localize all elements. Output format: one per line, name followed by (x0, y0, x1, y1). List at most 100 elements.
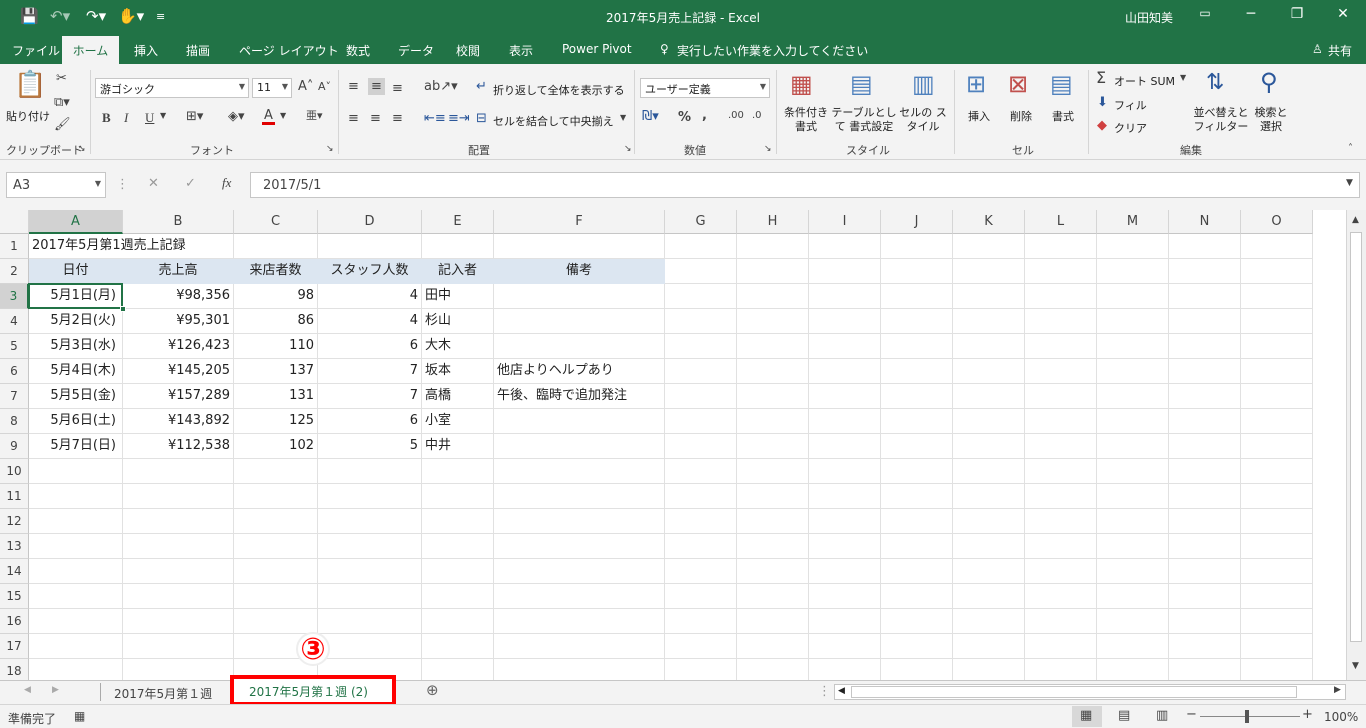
zoom-in-icon[interactable]: + (1302, 708, 1313, 721)
cell[interactable] (881, 234, 953, 259)
cell[interactable] (953, 609, 1025, 634)
cell[interactable] (737, 509, 809, 534)
align-middle-icon[interactable]: ≡ (368, 78, 385, 95)
cell[interactable] (494, 609, 665, 634)
format-as-table-icon[interactable]: ▤ (850, 72, 873, 96)
enter-icon[interactable]: ✓ (185, 177, 196, 190)
cut-icon[interactable]: ✂ (56, 72, 67, 85)
cell[interactable] (953, 634, 1025, 659)
table-cell[interactable]: 7 (318, 359, 422, 384)
table-cell[interactable]: 田中 (422, 284, 494, 309)
cell[interactable] (494, 634, 665, 659)
cell[interactable] (494, 509, 665, 534)
cell[interactable] (1097, 484, 1169, 509)
tab-review[interactable]: 校閲 (456, 42, 480, 59)
name-box[interactable]: A3 ▼ (6, 172, 106, 198)
cell[interactable] (1025, 559, 1097, 584)
accounting-format-icon[interactable]: ₪▾ (642, 110, 659, 123)
table-cell[interactable]: 86 (234, 309, 318, 334)
cell[interactable] (881, 434, 953, 459)
copy-icon[interactable]: ⧉▾ (54, 96, 70, 109)
sheet-tab-2[interactable]: 2017年5月第１週 (2) (249, 683, 368, 700)
cell[interactable] (737, 309, 809, 334)
cell[interactable] (234, 534, 318, 559)
cell[interactable] (123, 609, 234, 634)
row-header[interactable]: 7 (0, 384, 29, 409)
cell[interactable] (494, 459, 665, 484)
table-cell[interactable]: 中井 (422, 434, 494, 459)
cell[interactable] (1025, 509, 1097, 534)
table-cell[interactable]: 5月5日(金) (29, 384, 123, 409)
prev-sheet-icon[interactable]: ◀ (24, 686, 31, 695)
cell[interactable] (1097, 384, 1169, 409)
cell[interactable] (422, 234, 494, 259)
row-header[interactable]: 8 (0, 409, 29, 434)
tab-formulas[interactable]: 数式 (346, 42, 370, 59)
cell[interactable] (1169, 484, 1241, 509)
cell[interactable] (1097, 259, 1169, 284)
underline-dropdown-icon[interactable]: ▼ (160, 112, 166, 120)
fill-icon[interactable]: ⬇ (1097, 96, 1108, 109)
cell[interactable] (809, 609, 881, 634)
cell[interactable] (1169, 459, 1241, 484)
horizontal-scroll-thumb[interactable] (851, 686, 1297, 698)
cell[interactable] (1241, 234, 1313, 259)
cell[interactable] (809, 334, 881, 359)
ribbon-display-icon[interactable]: ▭ (1190, 6, 1220, 20)
cell[interactable] (318, 634, 422, 659)
cell[interactable] (953, 509, 1025, 534)
row-header[interactable]: 3 (0, 284, 29, 309)
row-header[interactable]: 11 (0, 484, 29, 509)
cell[interactable] (881, 284, 953, 309)
cell[interactable] (737, 584, 809, 609)
cell[interactable] (422, 559, 494, 584)
cell[interactable] (665, 409, 737, 434)
phonetic-icon[interactable]: 亜▾ (306, 110, 323, 121)
cell[interactable] (1241, 509, 1313, 534)
cell[interactable] (809, 409, 881, 434)
cell[interactable] (318, 609, 422, 634)
close-icon[interactable]: ✕ (1328, 6, 1358, 22)
cell[interactable] (1025, 459, 1097, 484)
cell[interactable] (881, 534, 953, 559)
row-header[interactable]: 9 (0, 434, 29, 459)
cell[interactable] (29, 659, 123, 680)
cell[interactable] (809, 359, 881, 384)
cell[interactable] (737, 484, 809, 509)
table-cell[interactable]: 5月4日(木) (29, 359, 123, 384)
scroll-up-icon[interactable]: ▲ (1352, 216, 1359, 225)
cell[interactable] (1169, 434, 1241, 459)
cell[interactable] (1169, 334, 1241, 359)
cell[interactable] (665, 284, 737, 309)
cell[interactable] (1097, 409, 1169, 434)
align-left-icon[interactable]: ≡ (348, 112, 359, 125)
cell[interactable] (1025, 259, 1097, 284)
cell[interactable] (1097, 309, 1169, 334)
column-header[interactable]: C (234, 210, 318, 234)
cell[interactable] (29, 609, 123, 634)
cell[interactable] (665, 484, 737, 509)
cell[interactable] (737, 359, 809, 384)
cell[interactable] (737, 534, 809, 559)
cell[interactable] (318, 459, 422, 484)
cell[interactable] (1169, 234, 1241, 259)
cell[interactable] (1025, 609, 1097, 634)
dialog-launcher-icon[interactable]: ↘ (326, 145, 334, 154)
align-bottom-icon[interactable]: ≡ (392, 82, 403, 95)
cell[interactable] (665, 334, 737, 359)
cell[interactable] (1241, 534, 1313, 559)
cell[interactable] (29, 559, 123, 584)
table-cell[interactable] (494, 284, 665, 309)
cell[interactable] (953, 459, 1025, 484)
insert-cells-icon[interactable]: ⊞ (966, 72, 986, 96)
cell[interactable] (1097, 459, 1169, 484)
cell[interactable] (665, 384, 737, 409)
cell[interactable] (422, 484, 494, 509)
tab-file[interactable]: ファイル (12, 42, 60, 59)
cell[interactable] (1169, 259, 1241, 284)
column-header[interactable]: G (665, 210, 737, 234)
dialog-launcher-icon[interactable]: ↘ (624, 145, 632, 154)
row-header[interactable]: 10 (0, 459, 29, 484)
table-cell[interactable]: 137 (234, 359, 318, 384)
column-header[interactable]: M (1097, 210, 1169, 234)
